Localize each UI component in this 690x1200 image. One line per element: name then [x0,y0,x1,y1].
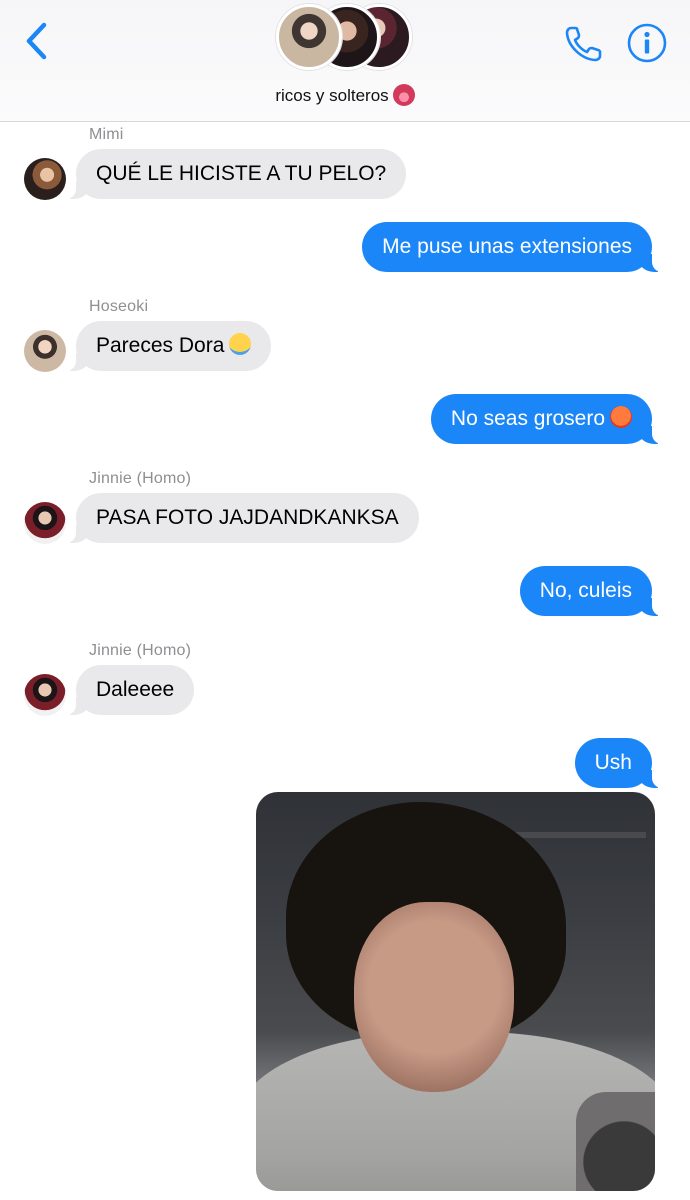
outgoing-message-bubble[interactable]: No seas grosero [430,394,663,444]
chevron-left-icon [26,22,47,60]
info-button[interactable] [626,22,668,64]
outgoing-message-bubble[interactable]: Ush [574,738,663,788]
message-text: No seas grosero [450,407,605,430]
incoming-message-bubble[interactable]: Daleeee [65,665,195,715]
message-text: PASA FOTO JAJDANDKANKSA [96,506,399,529]
message-text: Me puse unas extensiones [382,235,632,258]
tongue-emoji-icon [392,84,415,106]
info-icon [627,23,667,63]
incoming-message-bubble[interactable]: PASA FOTO JAJDANDKANKSA [66,493,419,543]
loudly-crying-face-icon [229,333,252,355]
avatar[interactable] [24,330,66,372]
avatar[interactable] [24,502,66,544]
sender-name: Hoseoki [89,298,149,315]
avatar[interactable] [24,674,66,716]
incoming-message-bubble[interactable]: QUÉ LE HICISTE A TU PELO? [65,149,407,199]
group-name: ricos y solteros [275,86,389,105]
sender-name: Jinnie (Homo) [89,642,192,659]
outgoing-message-bubble[interactable]: Me puse unas extensiones [362,222,662,272]
chat-screen: ricos y solteros Mimi QUÉ LE HICISTE A T… [0,0,690,1200]
angry-face-icon [610,406,632,428]
group-member-avatar [276,4,342,70]
photo-subject-arm [576,1092,655,1191]
photo-subject-face [354,902,514,1092]
sender-name: Mimi [89,126,124,143]
message-text: QUÉ LE HICISTE A TU PELO? [96,162,387,185]
group-title[interactable]: ricos y solteros [0,84,690,106]
phone-icon [565,26,602,62]
avatar[interactable] [24,158,66,200]
incoming-message-bubble[interactable]: Pareces Dora [65,321,272,371]
group-avatars[interactable] [276,4,416,70]
call-button[interactable] [562,22,606,66]
message-text: Pareces Dora [96,334,225,357]
message-text: Ush [594,751,632,774]
photo-message[interactable] [256,792,655,1191]
back-button[interactable] [16,18,56,64]
message-text: No, culeis [539,579,632,602]
outgoing-message-bubble[interactable]: No, culeis [519,566,663,616]
chat-header: ricos y solteros [0,0,690,122]
message-text: Daleeee [96,678,175,701]
sender-name: Jinnie (Homo) [89,470,192,487]
